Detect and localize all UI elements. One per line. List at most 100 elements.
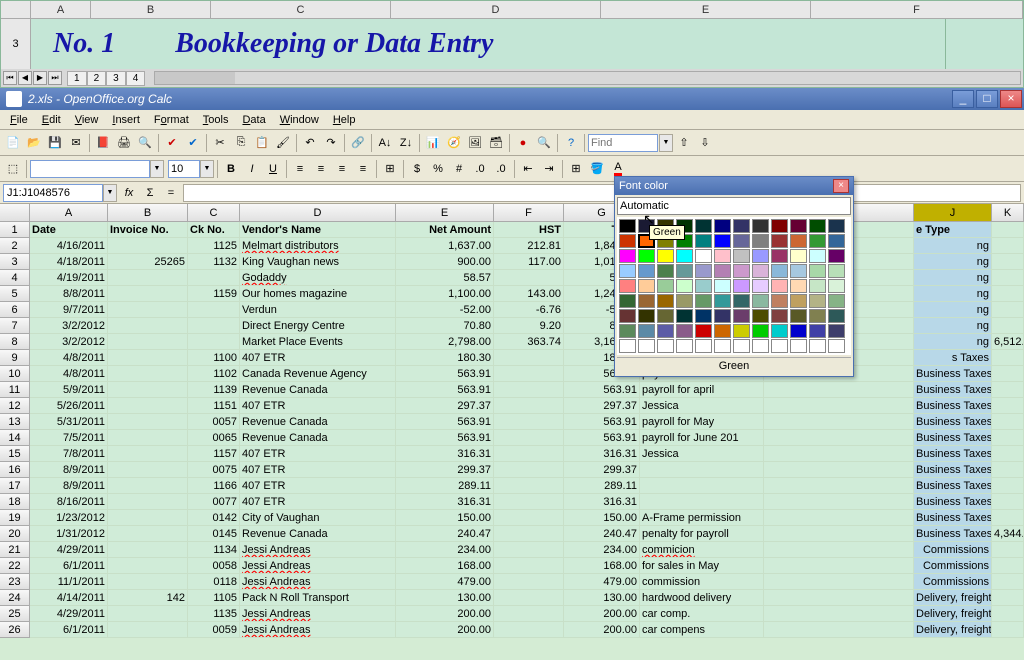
cell[interactable] — [992, 414, 1024, 430]
row-header[interactable]: 2 — [0, 238, 30, 254]
cell[interactable]: 142 — [108, 590, 188, 606]
color-swatch[interactable] — [752, 279, 769, 293]
row-header[interactable]: 3 — [0, 254, 30, 270]
cell[interactable]: Business Taxes — [914, 382, 992, 398]
bg-color-icon[interactable]: 🪣 — [587, 159, 607, 179]
col-header[interactable]: F — [811, 1, 1023, 19]
h-scrollbar[interactable] — [154, 71, 1021, 85]
cell[interactable]: 168.00 — [396, 558, 494, 574]
cell[interactable] — [108, 494, 188, 510]
color-swatch[interactable] — [828, 294, 845, 308]
color-swatch[interactable] — [676, 294, 693, 308]
row-header[interactable]: 4 — [0, 270, 30, 286]
cell[interactable]: 0142 — [188, 510, 240, 526]
gallery-icon[interactable]: 🖼 — [465, 133, 485, 153]
color-swatch[interactable] — [790, 324, 807, 338]
row-header[interactable]: 1 — [0, 222, 30, 238]
color-swatch[interactable] — [828, 279, 845, 293]
cell[interactable] — [992, 446, 1024, 462]
cell[interactable]: Revenue Canada — [240, 430, 396, 446]
color-swatch[interactable] — [809, 279, 826, 293]
banner-cell[interactable]: No. 1 Bookkeeping or Data Entry — [31, 19, 945, 69]
cell[interactable]: s Taxes — [914, 350, 992, 366]
cell[interactable]: 4/29/2011 — [30, 606, 108, 622]
cell[interactable]: 9.20 — [494, 318, 564, 334]
color-swatch[interactable] — [695, 324, 712, 338]
italic-icon[interactable]: I — [242, 159, 262, 179]
cell[interactable]: 563.91 — [564, 382, 640, 398]
cell[interactable]: Business Taxes — [914, 510, 992, 526]
sheet-tab[interactable]: 3 — [106, 71, 126, 86]
row-header[interactable]: 20 — [0, 526, 30, 542]
cell[interactable]: ng — [914, 286, 992, 302]
cell[interactable] — [992, 366, 1024, 382]
color-swatch[interactable] — [752, 309, 769, 323]
align-right-icon[interactable]: ≡ — [332, 159, 352, 179]
color-swatch[interactable] — [752, 264, 769, 278]
font-name-input[interactable] — [30, 160, 150, 178]
color-swatch[interactable] — [733, 264, 750, 278]
hyperlink-icon[interactable]: 🔗 — [348, 133, 368, 153]
undo-icon[interactable]: ↶ — [300, 133, 320, 153]
cell[interactable] — [494, 558, 564, 574]
color-swatch[interactable] — [752, 234, 769, 248]
find-next-icon[interactable]: ⇩ — [695, 133, 715, 153]
cell[interactable]: 168.00 — [564, 558, 640, 574]
cell[interactable]: 289.11 — [396, 478, 494, 494]
merge-cells-icon[interactable]: ⊞ — [380, 159, 400, 179]
row-header[interactable]: 21 — [0, 542, 30, 558]
cell[interactable]: Revenue Canada — [240, 414, 396, 430]
cell[interactable] — [764, 382, 914, 398]
cell[interactable]: 8/16/2011 — [30, 494, 108, 510]
color-swatch[interactable] — [638, 324, 655, 338]
cell[interactable]: 563.91 — [564, 430, 640, 446]
export-pdf-icon[interactable]: 📕 — [93, 133, 113, 153]
col-header[interactable]: E — [601, 1, 811, 19]
header-cell[interactable]: Net Amount — [396, 222, 494, 238]
cell[interactable] — [188, 270, 240, 286]
cell[interactable]: payroll for May — [640, 414, 764, 430]
cell[interactable] — [992, 398, 1024, 414]
cell[interactable] — [494, 478, 564, 494]
cell[interactable] — [992, 606, 1024, 622]
cell[interactable]: car compens — [640, 622, 764, 638]
cell[interactable]: Market Place Events — [240, 334, 396, 350]
cell[interactable] — [764, 590, 914, 606]
cell[interactable] — [108, 606, 188, 622]
styles-icon[interactable]: ⬚ — [3, 159, 23, 179]
cell[interactable] — [108, 286, 188, 302]
cell[interactable] — [494, 574, 564, 590]
color-swatch[interactable] — [828, 339, 845, 353]
color-swatch[interactable] — [619, 264, 636, 278]
copy-icon[interactable]: ⎘ — [231, 133, 251, 153]
cell[interactable]: Jessi Andreas — [240, 558, 396, 574]
cell[interactable]: 1134 — [188, 542, 240, 558]
color-swatch[interactable] — [676, 279, 693, 293]
cell[interactable]: City of Vaughan — [240, 510, 396, 526]
color-swatch[interactable] — [771, 339, 788, 353]
cell[interactable] — [764, 430, 914, 446]
align-center-icon[interactable]: ≡ — [311, 159, 331, 179]
cell-reference-input[interactable]: J1:J1048576 — [3, 184, 103, 202]
color-swatch[interactable] — [771, 309, 788, 323]
cell[interactable]: 7/8/2011 — [30, 446, 108, 462]
color-swatch[interactable] — [695, 234, 712, 248]
open-icon[interactable]: 📂 — [24, 133, 44, 153]
cell[interactable]: 0065 — [188, 430, 240, 446]
color-swatch[interactable] — [657, 309, 674, 323]
color-swatch[interactable] — [790, 294, 807, 308]
cell[interactable]: 563.91 — [396, 430, 494, 446]
color-swatch[interactable] — [828, 264, 845, 278]
cell[interactable]: commission — [640, 574, 764, 590]
col-header[interactable]: D — [240, 204, 396, 222]
menu-file[interactable]: File — [4, 112, 34, 128]
cell[interactable]: 130.00 — [396, 590, 494, 606]
cell[interactable] — [108, 270, 188, 286]
cell[interactable]: 1100 — [188, 350, 240, 366]
cell[interactable] — [992, 382, 1024, 398]
color-swatch[interactable] — [657, 339, 674, 353]
color-swatch[interactable] — [619, 219, 636, 233]
cell[interactable] — [494, 398, 564, 414]
cell[interactable]: 0118 — [188, 574, 240, 590]
color-swatch[interactable] — [619, 249, 636, 263]
